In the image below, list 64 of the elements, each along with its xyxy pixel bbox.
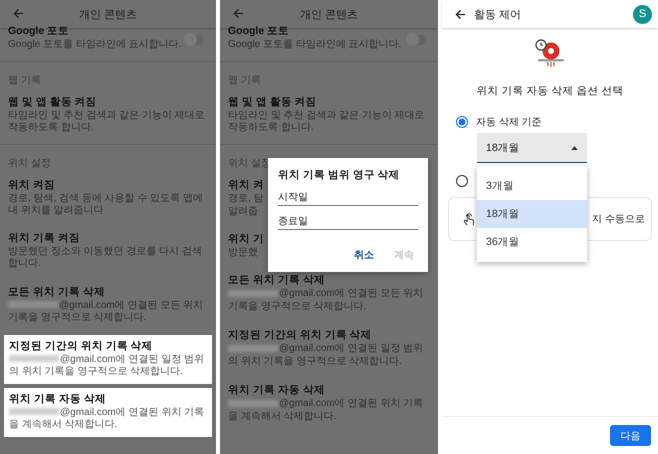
setting-description: 타임라인 및 추천 검색과 같은 기능이 제대로 작동하도록 합니다. (8, 110, 206, 134)
setting-description: @gmail.com에 연결된 일정 범위의 위치 기록을 영구적으로 삭제합니다. (9, 354, 206, 378)
setting-description: @gmail.com에 연결된 위치 기록을 계속해서 삭제합니다. (9, 406, 206, 432)
setting-description: @gmail.com에 연결된 일정 범위의 위치 기록을 영구적으로 삭제합니다. (228, 343, 424, 368)
setting-description: @gmail.com에 연결된 모든 위치 기록을 영구적으로 삭제합니다. (8, 300, 204, 324)
setting-row[interactable]: 위치 기록 켜짐 방문했던 장소와 이동했던 경로를 다시 검색합니다. (0, 224, 216, 278)
setting-title: Google 포토 (228, 25, 290, 38)
card-text: 지 수동으로 (592, 213, 645, 226)
setting-description: 방문했던 장소와 이동했던 경로를 다시 검색합니다. (8, 246, 203, 270)
date-input-field[interactable]: 종료일 (278, 214, 418, 230)
menu-option[interactable]: 18개월 (477, 200, 587, 228)
screen-title: 개인 콘텐츠 (78, 8, 138, 22)
setting-title: Google 포토 (8, 25, 70, 38)
setting-description: 알려줍 (228, 206, 258, 218)
menu-option[interactable]: 3개월 (477, 172, 587, 200)
setting-row[interactable]: 모든 위치 기록 삭제 @gmail.com에 연결된 모든 위치 기록을 영구적으로 삭제합니다. (0, 278, 216, 332)
setting-description: 경로, 탐색, 검색 등에 사용할 수 있도록 앱에 내 위치를 알려줍니다 (8, 192, 204, 218)
section-label: 웹 기록 (228, 74, 261, 86)
section-label: 위치 설정 (8, 158, 51, 168)
setting-description: Google 포토를 타임라인에 표시합니다. (8, 39, 182, 52)
setting-description: 방문했 (228, 246, 258, 259)
setting-row[interactable]: 모든 위치 기록 삭제 @gmail.com에 연결된 모든 위치 기록을 영구적으로 삭제합니다. (220, 266, 438, 321)
page-heading: 위치 기록 자동 삭제 옵션 선택 (476, 84, 624, 98)
setting-description: @gmail.com에 연결된 위치 기록을 계속해서 삭제합니다. (228, 398, 424, 423)
setting-row[interactable]: 웹 및 앱 활동 켜짐 타임라인 및 추천 검색과 같은 기능이 제대로 작동하도록 합니다. (0, 88, 216, 142)
dialog-title: 위치 기록 범위 영구 삭제 (278, 168, 401, 182)
setting-description: 경로, 탐 (228, 192, 264, 205)
setting-title: 위치 기록 자동 삭제 (228, 384, 326, 397)
setting-row[interactable]: 위치 켜짐 경로, 탐색, 검색 등에 사용할 수 있도록 앱에 내 위치를 알려줍니다 (0, 172, 216, 224)
option-label: 자동 삭제 기준 (476, 116, 542, 129)
setting-row[interactable]: 위치 기록 자동 삭제 @gmail.com에 연결된 위치 기록을 계속해서 삭제합니다. (220, 376, 438, 431)
setting-title: 웹 및 앱 활동 켜짐 (228, 96, 317, 108)
menu-option[interactable]: 36개월 (477, 228, 587, 256)
setting-title: 웹 및 앱 활동 켜짐 (8, 96, 97, 108)
caret-up-icon (571, 146, 578, 150)
setting-title: 위치 기록 자동 삭제 (9, 392, 107, 406)
setting-title: 위치 기록 켜짐 (8, 232, 80, 244)
highlighted-setting-card[interactable]: 지정된 기간의 위치 기록 삭제 @gmail.com에 연결된 일정 범위의 위치 기록을 영구적으로 삭제합니다. (4, 334, 212, 384)
setting-description: @gmail.com에 연결된 모든 위치 기록을 영구적으로 삭제합니다. (228, 288, 424, 313)
period-dropdown[interactable]: 18개월 (477, 133, 587, 163)
setting-title: 모든 위치 기록 삭제 (8, 286, 106, 298)
setting-title: 모든 위치 기록 삭제 (228, 274, 326, 287)
highlighted-setting-card[interactable]: 위치 기록 자동 삭제 @gmail.com에 연결된 위치 기록을 계속해서 삭제합니다. (4, 388, 212, 436)
setting-description: Google 포토를 타임라인에 표시합니다. (228, 39, 402, 52)
account-avatar[interactable]: S (633, 4, 652, 24)
setting-title: 위치 켜짐 (8, 178, 55, 192)
back-arrow-icon[interactable] (455, 8, 466, 20)
radio-button[interactable] (456, 116, 468, 128)
radio-button[interactable] (456, 175, 468, 187)
setting-title: 지정된 기간의 위치 기록 삭제 (228, 329, 373, 342)
setting-title: 위치 기 (228, 232, 264, 246)
next-button[interactable]: 다음 (610, 425, 651, 446)
section-label: 웹 기록 (8, 74, 41, 86)
date-input-field[interactable]: 시작일 (278, 190, 418, 206)
hand-tap-icon (463, 212, 475, 226)
dialog-button[interactable]: 취소 (350, 246, 378, 264)
screen-title: 활동 제어 (474, 8, 522, 22)
setting-description: 타임라인 및 추천 검색과 같은 기능이 제대로 작동하도록 합니다. (228, 110, 426, 134)
setting-row[interactable]: 지정된 기간의 위치 기록 삭제 @gmail.com에 연결된 일정 범위의 위치 기록을 영구적으로 삭제합니다. (220, 321, 438, 376)
setting-title: 지정된 기간의 위치 기록 삭제 (9, 340, 154, 352)
screen-title: 개인 콘텐츠 (300, 8, 358, 22)
dropdown-value: 18개월 (486, 140, 520, 154)
setting-row[interactable]: 웹 및 앱 활동 켜짐 타임라인 및 추천 검색과 같은 기능이 제대로 작동하도록 합니다. (220, 88, 438, 142)
setting-title: 위치 켜 (228, 178, 264, 192)
